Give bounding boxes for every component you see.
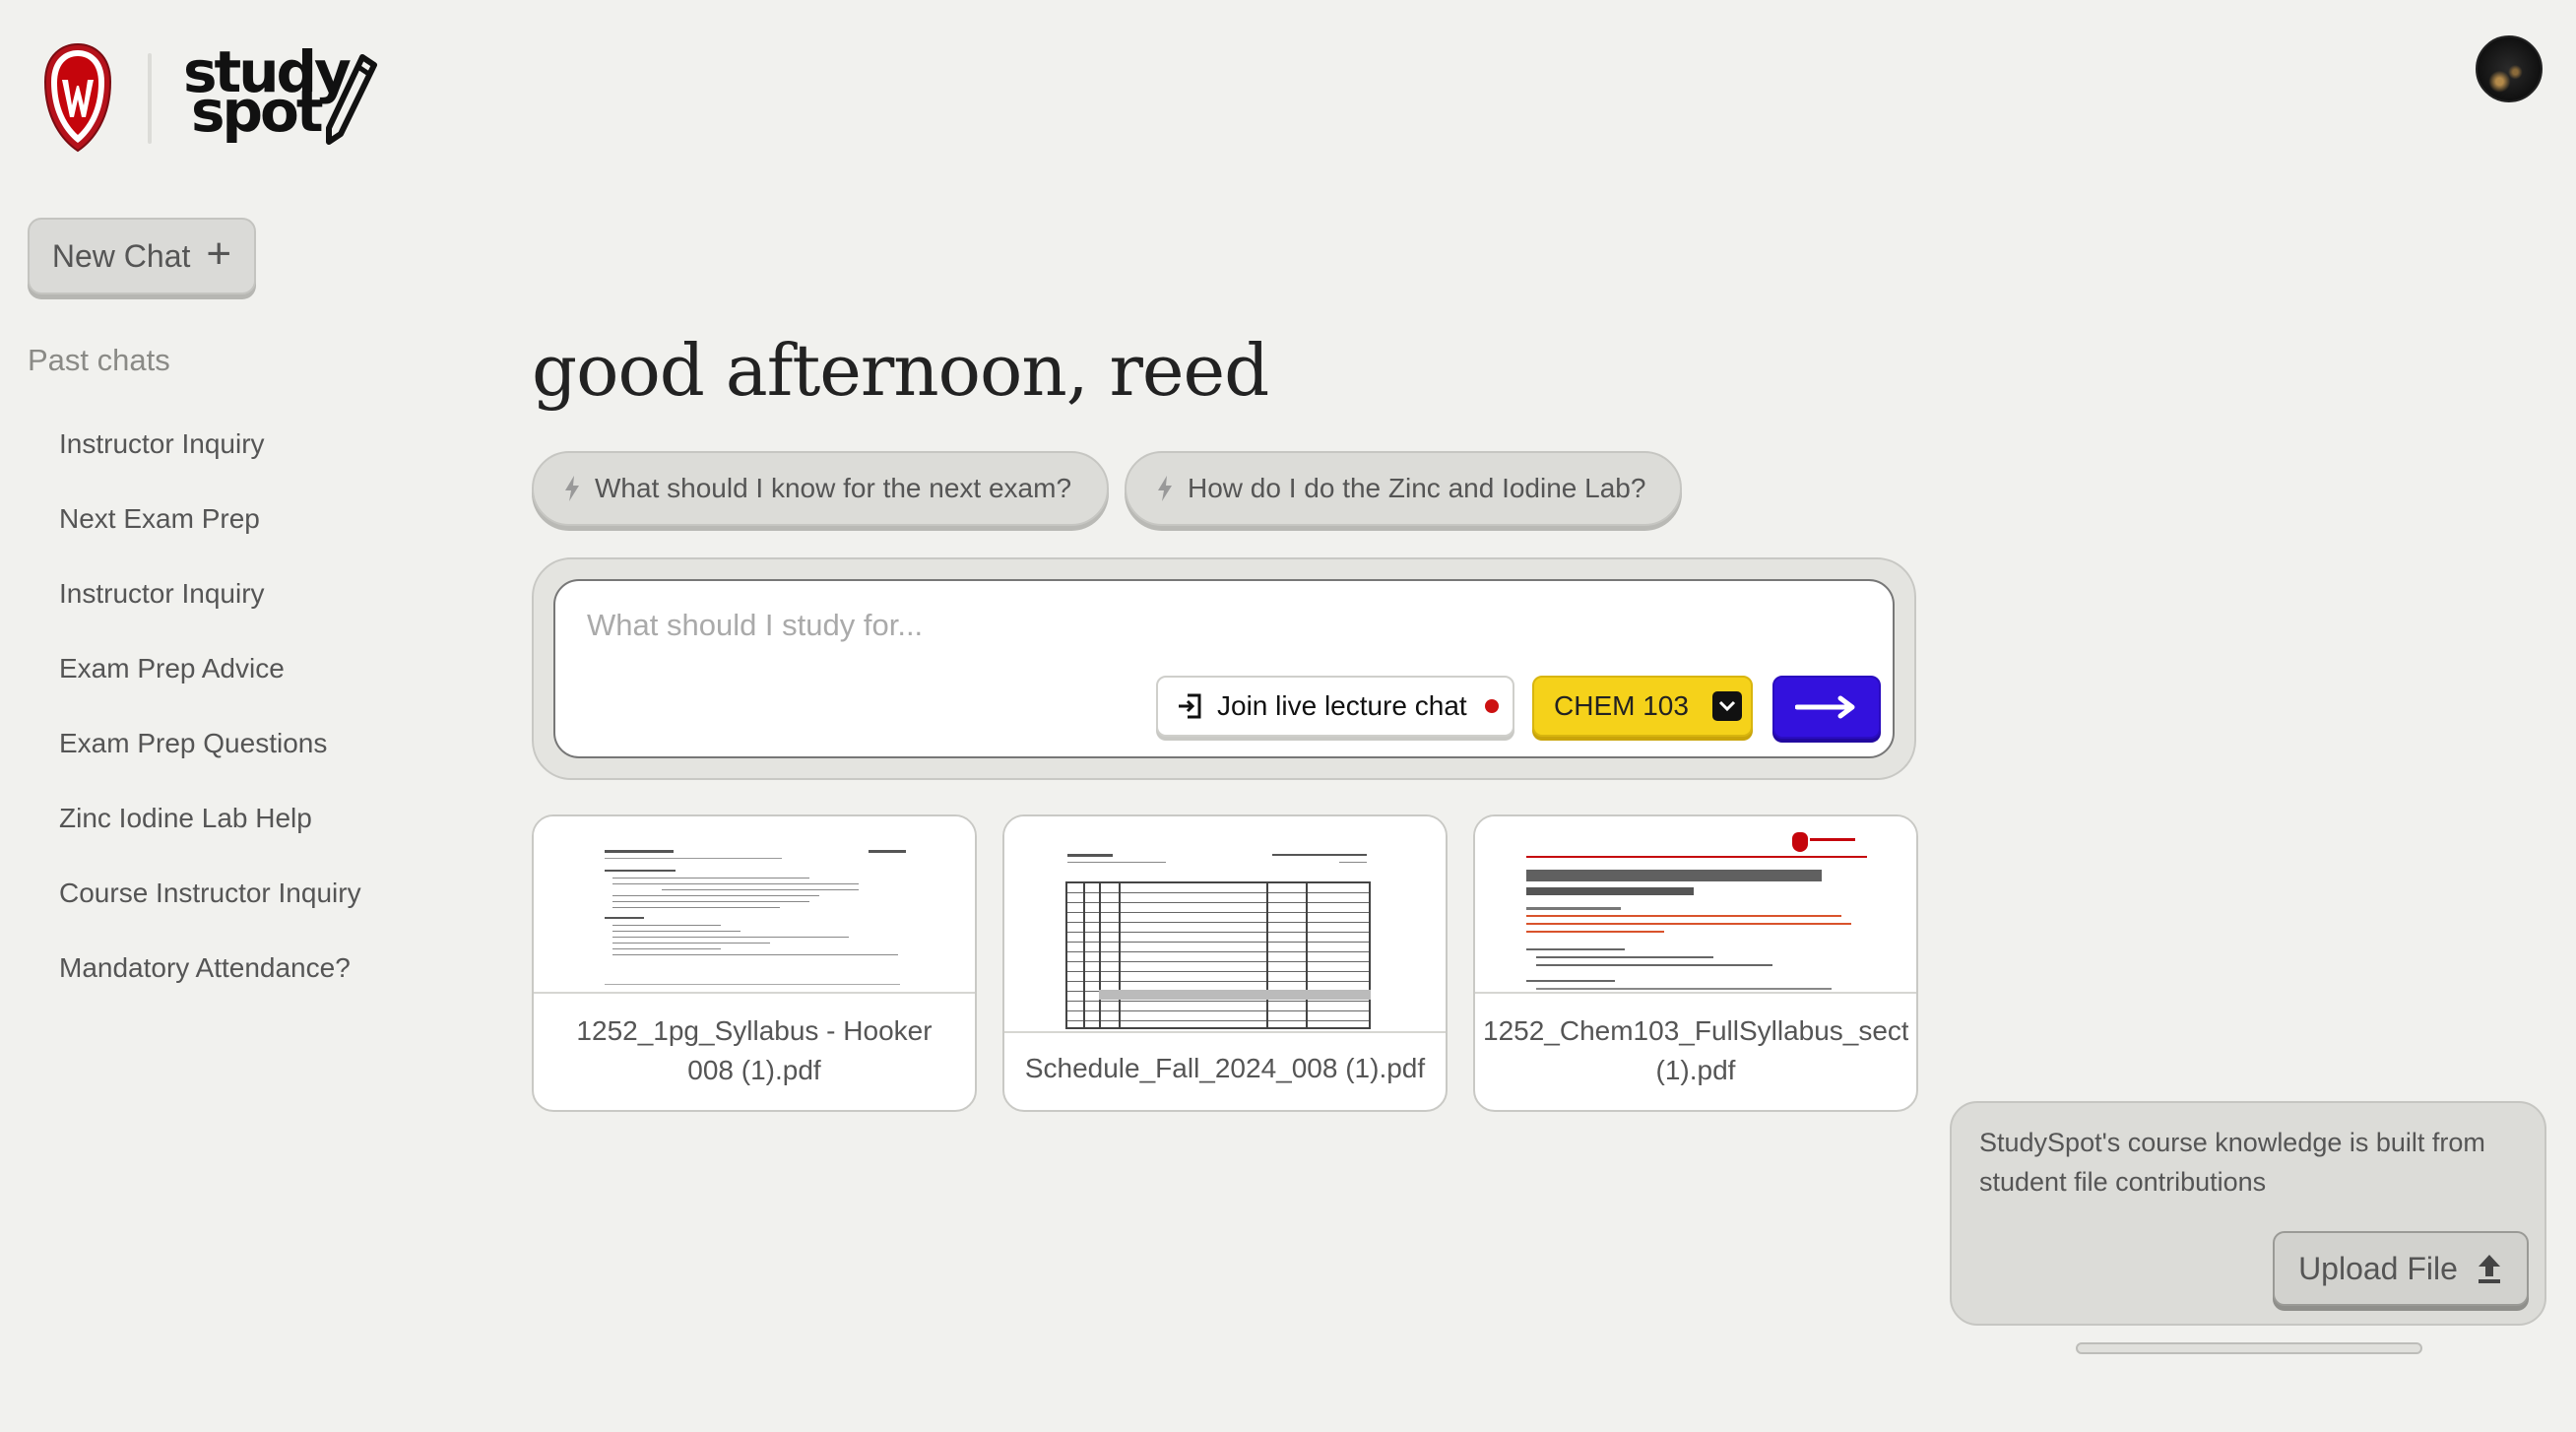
- file-name: 1252_Chem103_FullSyllabus_sect (1).pdf: [1483, 1015, 1908, 1085]
- file-thumbnail: [534, 816, 975, 994]
- past-chat-item[interactable]: Exam Prep Advice: [59, 648, 361, 723]
- file-card[interactable]: Schedule_Fall_2024_008 (1).pdf: [1002, 814, 1448, 1112]
- brand-divider: [148, 53, 152, 144]
- file-card[interactable]: 1252_1pg_Syllabus - Hooker 008 (1).pdf: [532, 814, 977, 1112]
- file-name: Schedule_Fall_2024_008 (1).pdf: [1024, 1053, 1426, 1083]
- uw-crest-icon: [43, 42, 112, 153]
- live-indicator-dot: [1484, 699, 1499, 713]
- past-chat-item[interactable]: Zinc Iodine Lab Help: [59, 798, 361, 873]
- user-avatar[interactable]: [2476, 35, 2543, 102]
- past-chat-item[interactable]: Mandatory Attendance?: [59, 947, 361, 1022]
- upload-icon: [2478, 1255, 2500, 1283]
- suggestion-label: How do I do the Zinc and Iodine Lab?: [1188, 473, 1646, 503]
- file-name: 1252_1pg_Syllabus - Hooker 008 (1).pdf: [576, 1015, 933, 1085]
- send-button[interactable]: [1772, 676, 1881, 739]
- past-chats-list: Instructor Inquiry Next Exam Prep Instru…: [59, 423, 361, 1022]
- plus-icon: +: [206, 229, 232, 278]
- arrow-right-icon: [1795, 695, 1855, 719]
- upload-label: Upload File: [2298, 1250, 2458, 1286]
- chat-composer: Join live lecture chat CHEM 103: [532, 557, 1916, 780]
- course-label: CHEM 103: [1554, 690, 1689, 721]
- past-chat-item[interactable]: Course Instructor Inquiry: [59, 873, 361, 947]
- file-thumbnail: [1475, 816, 1916, 994]
- enter-icon: [1179, 693, 1201, 719]
- past-chat-item[interactable]: Instructor Inquiry: [59, 423, 361, 498]
- upload-file-button[interactable]: Upload File: [2273, 1231, 2529, 1306]
- file-card[interactable]: 1252_Chem103_FullSyllabus_sect (1).pdf: [1473, 814, 1918, 1112]
- past-chat-item[interactable]: Exam Prep Questions: [59, 723, 361, 798]
- join-live-lecture-button[interactable]: Join live lecture chat: [1156, 676, 1514, 737]
- suggestion-label: What should I know for the next exam?: [595, 473, 1072, 503]
- join-label: Join live lecture chat: [1217, 690, 1467, 721]
- past-chat-item[interactable]: Instructor Inquiry: [59, 573, 361, 648]
- suggestion-chip-zinc-lab[interactable]: How do I do the Zinc and Iodine Lab?: [1125, 451, 1682, 526]
- past-chat-item[interactable]: Next Exam Prep: [59, 498, 361, 573]
- logo-spot-text: spot: [191, 78, 324, 145]
- new-chat-button[interactable]: New Chat +: [28, 218, 256, 294]
- new-chat-label: New Chat: [51, 237, 191, 274]
- scroll-handle[interactable]: [2076, 1342, 2422, 1354]
- contribute-text: StudySpot's course knowledge is built fr…: [1979, 1128, 2485, 1197]
- course-select[interactable]: CHEM 103: [1532, 676, 1753, 737]
- bolt-icon: [565, 476, 579, 501]
- prompt-input[interactable]: [585, 607, 1672, 644]
- contribute-panel: StudySpot's course knowledge is built fr…: [1950, 1101, 2546, 1326]
- greeting-heading: good afternoon, reed: [532, 329, 1269, 412]
- pencil-icon: [326, 54, 377, 145]
- bolt-icon: [1158, 476, 1172, 501]
- chevron-down-icon: [1711, 691, 1742, 721]
- composer-box: Join live lecture chat CHEM 103: [553, 579, 1895, 758]
- past-chats-title: Past chats: [28, 343, 170, 377]
- file-thumbnail: [1004, 816, 1446, 1033]
- suggestion-chip-next-exam[interactable]: What should I know for the next exam?: [532, 451, 1109, 526]
